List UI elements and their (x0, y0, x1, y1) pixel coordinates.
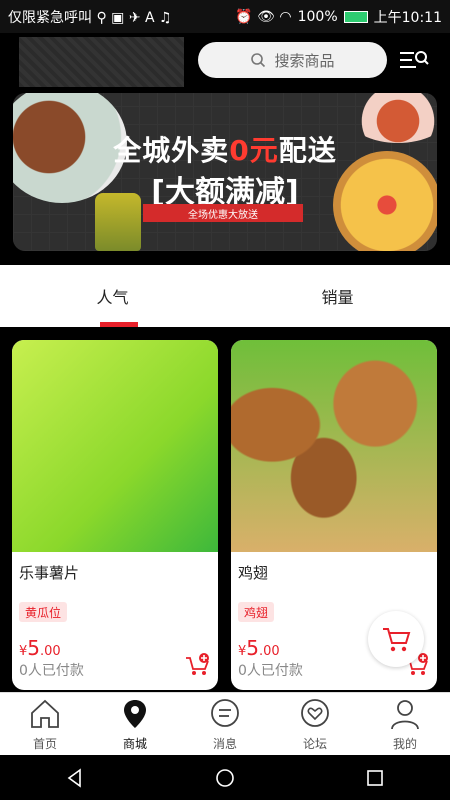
cart-icon (383, 628, 411, 652)
back-icon[interactable] (64, 767, 86, 789)
bottom-nav: 首页 商城 消息 论坛 我的 (0, 692, 450, 756)
nav-mall[interactable]: 商城 (90, 693, 180, 756)
tab-bar: 人气 销量 (0, 265, 450, 327)
home-icon (31, 699, 59, 728)
product-card[interactable]: 乐事薯片 黄瓜位 ¥5.00 0人已付款 (12, 340, 218, 690)
tab-popular[interactable]: 人气 (0, 265, 225, 327)
product-price: ¥5.00 (19, 636, 61, 660)
recents-icon[interactable] (364, 767, 386, 789)
nav-mine[interactable]: 我的 (360, 693, 450, 756)
search-icon (251, 53, 266, 68)
system-nav-bar (0, 755, 450, 800)
header: 搜索商品 (0, 33, 450, 93)
search-bar[interactable]: 搜索商品 (198, 42, 387, 78)
status-left-text: 仅限紧急呼叫 ⚲ ▣ ✈ A ♫ (8, 9, 172, 26)
tab-sales[interactable]: 销量 (225, 265, 450, 327)
product-tag: 鸡翅 (238, 602, 275, 622)
banner-title: 全城外卖0元配送 (113, 134, 337, 167)
product-name: 乐事薯片 (19, 564, 80, 582)
search-placeholder: 搜索商品 (274, 51, 335, 70)
heart-chat-icon (301, 699, 329, 727)
user-icon (391, 700, 419, 730)
status-bar: 仅限紧急呼叫 ⚲ ▣ ✈ A ♫ ⏰ 👁 ◠ 100% 上午10:11 (0, 0, 450, 33)
product-image-wings (231, 340, 437, 552)
battery-percent: 100% (297, 8, 338, 25)
clock: 上午10:11 (373, 9, 442, 26)
home-circle-icon[interactable] (214, 767, 236, 789)
logo-area (19, 37, 184, 87)
add-to-cart-icon[interactable] (184, 652, 210, 678)
product-price: ¥5.00 (238, 636, 280, 660)
nav-forum[interactable]: 论坛 (270, 693, 360, 756)
product-name: 鸡翅 (238, 564, 269, 582)
menu-search-icon[interactable] (398, 47, 430, 75)
nav-home[interactable]: 首页 (0, 693, 90, 756)
product-sold-count: 0人已付款 (238, 663, 303, 679)
floating-cart-button[interactable] (368, 611, 424, 667)
status-right: ⏰ 👁 ◠ 100% 上午10:11 (235, 7, 442, 27)
product-image-chips (12, 340, 218, 552)
product-sold-count: 0人已付款 (19, 663, 84, 679)
product-tag: 黄瓜位 (19, 602, 68, 622)
banner-strip: 全场优惠大放送 (143, 204, 303, 222)
promo-banner[interactable]: 全城外卖0元配送 [大额满减] 全场优惠大放送 (13, 93, 437, 251)
status-icons: ⏰ 👁 ◠ (235, 8, 292, 25)
location-pin-icon (124, 700, 146, 728)
battery-icon (343, 10, 368, 23)
nav-messages[interactable]: 消息 (180, 693, 270, 756)
message-icon (211, 699, 239, 727)
